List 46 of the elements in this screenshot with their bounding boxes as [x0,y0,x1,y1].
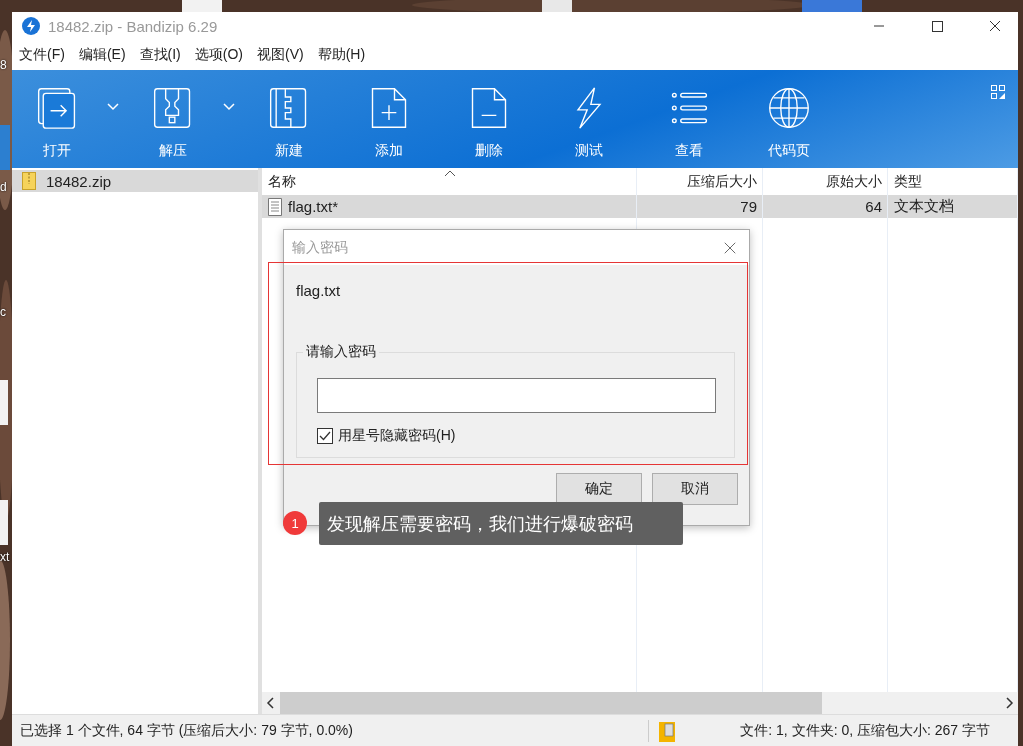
annotation-callout: 发现解压需要密码，我们进行爆破密码 [319,502,683,545]
dialog-title: 输入密码 [292,238,348,257]
menu-item[interactable]: 帮助(H) [317,46,366,64]
toolbar-button[interactable]: 代码页 [752,70,826,160]
column-header[interactable]: 类型 [894,172,922,191]
window-title: 18482.zip - Bandizip 6.29 [48,17,218,35]
toolbar-button[interactable]: 添加 [352,70,426,160]
archive-icon [659,719,675,742]
group-label: 请输入密码 [303,343,379,361]
toolbar-button[interactable]: 解压 [136,70,210,160]
codepage-icon [767,86,811,130]
dialog-button[interactable]: 确定 [556,473,642,505]
text-file-icon [268,197,282,216]
column-header[interactable]: 名称 [268,172,296,191]
toolbar-button[interactable]: 删除 [452,70,526,160]
toolbar-button[interactable]: 查看 [652,70,726,160]
menu-item[interactable]: 视图(V) [257,46,304,64]
menu-item[interactable]: 编辑(E) [78,46,126,64]
table-cell: 64 [865,198,882,215]
app-logo-icon [22,17,40,35]
column-header[interactable]: 原始大小 [826,172,882,191]
tree-item[interactable]: 18482.zip [12,170,258,192]
table-row[interactable]: flag.txt* 79 64 文本文档 [262,195,1018,218]
sort-ascending-icon [444,170,456,177]
status-text: 文件: 1, 文件夹: 0, 压缩包大小: 267 字节 [740,721,990,740]
table-cell: flag.txt* [288,198,339,215]
menu-item[interactable]: 查找(I) [139,46,181,64]
toolbar-button[interactable]: 新建 [252,70,326,160]
table-cell: 文本文档 [894,197,954,216]
toolbar-button[interactable]: 打开 [20,70,94,160]
checkbox-label[interactable]: 用星号隐藏密码(H) [338,427,456,445]
dialog-button[interactable]: 取消 [652,473,738,505]
zip-file-icon [22,172,36,190]
table-cell: 79 [740,198,757,215]
close-button[interactable] [723,240,737,255]
menu-item[interactable]: 选项(O) [194,46,243,64]
toolbar-button[interactable]: 测试 [552,70,626,160]
status-text: 已选择 1 个文件, 64 字节 (压缩后大小: 79 字节, 0.0%) [20,721,354,740]
scrollbar-thumb[interactable] [280,692,822,714]
checkbox[interactable] [317,428,333,444]
column-header[interactable]: 压缩后大小 [687,172,757,191]
file-name: flag.txt [296,282,342,299]
step-number-badge: 1 [283,511,307,535]
layout-grid-icon[interactable] [990,84,1006,100]
menu-item[interactable]: 文件(F) [19,46,65,64]
password-field[interactable] [317,378,716,413]
